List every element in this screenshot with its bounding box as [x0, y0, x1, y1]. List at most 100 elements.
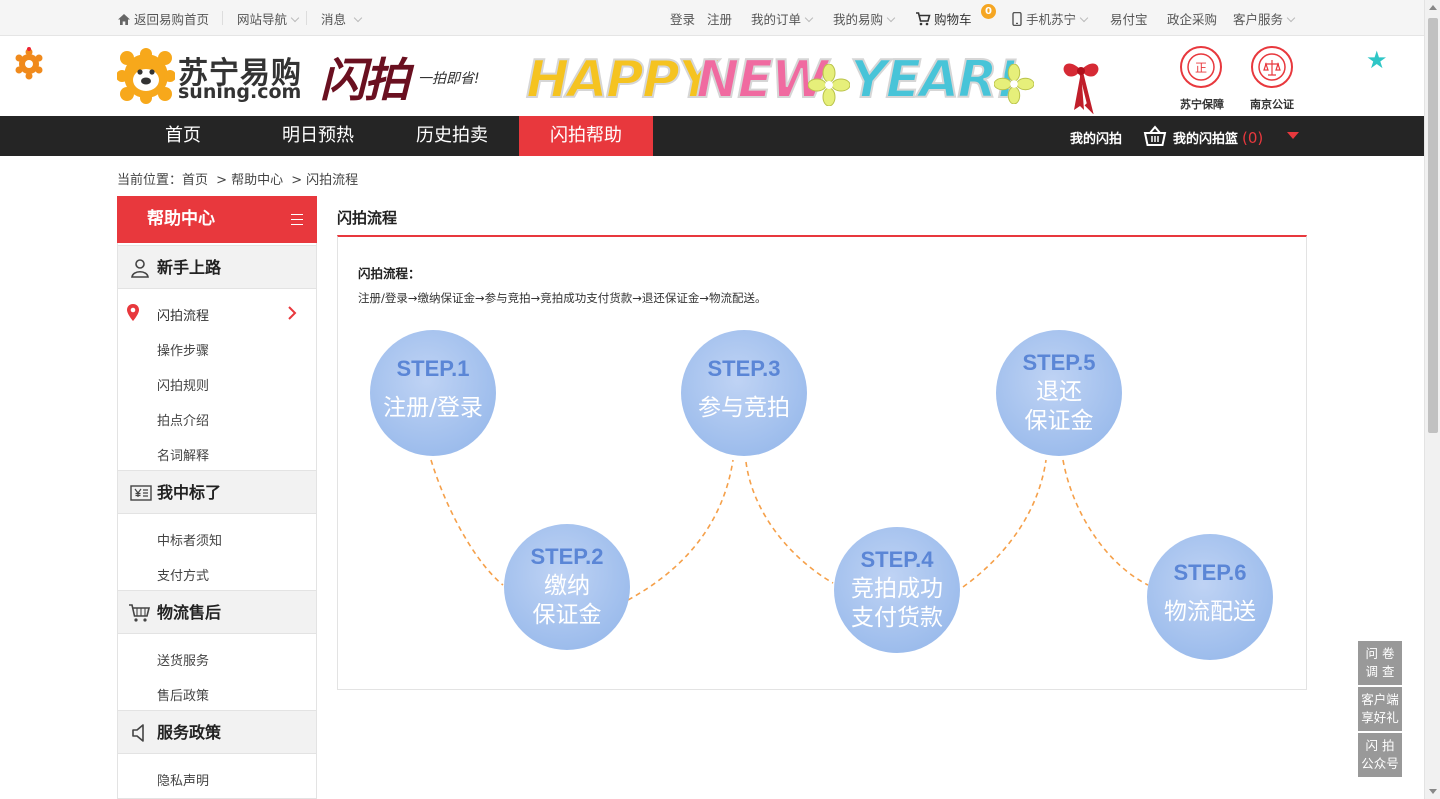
caret-down-icon[interactable] — [1287, 132, 1299, 139]
customer-service-menu[interactable]: 客户服务 — [1233, 9, 1296, 28]
breadcrumb-home[interactable]: 首页 — [182, 173, 208, 188]
receipt-icon — [130, 485, 152, 501]
brand-url: suning.com — [178, 81, 302, 103]
phone-icon — [1012, 11, 1022, 27]
sidebar-title: 帮助中心 — [117, 196, 317, 243]
sidebar-item-steps[interactable]: 操作步骤 — [157, 340, 209, 359]
sidebar-item-payment[interactable]: 支付方式 — [157, 565, 209, 584]
user-icon — [131, 259, 149, 278]
sidebar-group-service[interactable]: 服务政策 — [118, 710, 316, 754]
sidebar-group-label: 我中标了 — [157, 483, 222, 502]
cart-link[interactable]: 购物车 — [915, 9, 972, 28]
gift-bow-icon — [1063, 63, 1099, 114]
notary-seal-icon[interactable] — [1251, 46, 1293, 88]
scroll-up-arrow[interactable] — [1429, 5, 1437, 10]
main-nav: 首页 明日预热 历史拍卖 闪拍帮助 我的闪拍 我的闪拍篮 (0) — [0, 116, 1424, 156]
location-pin-icon — [127, 304, 139, 321]
connector-1-2 — [430, 459, 504, 586]
yifubao-link[interactable]: 易付宝 — [1110, 9, 1148, 28]
sidebar-title-label: 帮助中心 — [147, 209, 215, 229]
gov-purchase-link[interactable]: 政企采购 — [1167, 9, 1217, 28]
step-label: STEP.3 — [708, 356, 781, 381]
cart-icon — [129, 604, 151, 622]
process-diagram: STEP.1注册/登录STEP.2缴纳保证金STEP.3参与竞拍STEP.4竞拍… — [370, 330, 1273, 660]
step-text: 保证金 — [533, 602, 602, 628]
guarantee-label: 苏宁保障 — [1180, 98, 1224, 111]
app-gift-button[interactable]: 客户端 享好礼 — [1358, 687, 1402, 731]
step-text: 支付货款 — [851, 605, 943, 631]
my-orders-label: 我的订单 — [751, 12, 802, 27]
mobile-menu[interactable]: 手机苏宁 — [1012, 9, 1089, 28]
scrollbar-thumb[interactable] — [1428, 18, 1438, 433]
chevron-down-icon — [1079, 13, 1089, 23]
sidebar-group-logistics[interactable]: 物流售后 — [118, 590, 316, 634]
new-year-banner[interactable]: HAPPY NEW YEAR! — [524, 42, 1106, 116]
banner-word-year: YEAR! — [849, 49, 1020, 111]
flash-auction-logo[interactable]: 闪拍 — [320, 44, 410, 110]
sidebar-group-won[interactable]: 我中标了 — [118, 470, 316, 514]
breadcrumb-help[interactable]: 帮助中心 — [231, 173, 283, 188]
survey-button[interactable]: 问 卷调 查 — [1358, 641, 1402, 685]
step-text: 参与竞拍 — [698, 395, 790, 421]
sidebar-item-glossary[interactable]: 名词解释 — [157, 445, 209, 464]
my-orders-menu[interactable]: 我的订单 — [751, 9, 814, 28]
app-gift-line-2: 享好礼 — [1361, 710, 1399, 725]
wechat-account-button[interactable]: 闪 拍公众号 — [1358, 733, 1402, 777]
chevron-down-icon — [886, 13, 896, 23]
survey-line-2: 调 查 — [1365, 664, 1395, 679]
survey-line-1: 问 卷 — [1365, 646, 1395, 661]
step-circle-1: STEP.1 注册/登录 — [370, 330, 496, 456]
step-label: STEP.2 — [531, 544, 604, 569]
breadcrumb-prefix: 当前位置： — [117, 173, 183, 188]
step-label: STEP.5 — [1023, 350, 1096, 375]
svg-text:正: 正 — [1195, 61, 1207, 75]
sidebar-item-delivery[interactable]: 送货服务 — [157, 650, 209, 669]
step-text: 保证金 — [1025, 408, 1094, 434]
site-nav-label: 网站导航 — [237, 12, 288, 27]
process-title: 闪拍流程： — [358, 266, 421, 281]
messages-label: 消息 — [321, 12, 347, 27]
page-title: 闪拍流程 — [337, 209, 398, 227]
step-circle-6: STEP.6 物流配送 — [1147, 534, 1273, 660]
messages-menu[interactable]: 消息 — [321, 9, 363, 28]
login-link[interactable]: 登录 — [670, 9, 695, 28]
breadcrumb-current: 闪拍流程 — [306, 173, 359, 188]
banner-word-new: NEW — [695, 49, 829, 111]
sidebar-item-winner-notice[interactable]: 中标者须知 — [157, 530, 222, 549]
my-basket-link[interactable]: 我的闪拍篮 (0) — [1173, 128, 1263, 147]
sidebar-item-flash-process[interactable]: 闪拍流程 — [157, 305, 209, 324]
breadcrumb-separator: > — [216, 173, 228, 188]
sidebar-item-privacy[interactable]: 隐私声明 — [157, 770, 209, 789]
nav-flash-help[interactable]: 闪拍帮助 — [519, 116, 653, 156]
site-nav-menu[interactable]: 网站导航 — [237, 9, 300, 28]
wechat-line-1: 闪 拍 — [1365, 738, 1395, 753]
step-text: 退还 — [1036, 379, 1082, 405]
nav-home[interactable]: 首页 — [135, 116, 231, 156]
sidebar-group-label: 新手上路 — [157, 258, 222, 277]
home-icon — [118, 14, 130, 25]
divider — [222, 11, 223, 25]
guarantee-seal-icon[interactable]: 正 — [1180, 46, 1222, 88]
scrollbar[interactable] — [1424, 0, 1440, 799]
sidebar-item-rules[interactable]: 闪拍规则 — [157, 375, 209, 394]
step-text: 物流配送 — [1164, 599, 1256, 625]
scroll-down-arrow[interactable] — [1429, 789, 1437, 794]
flash-slogan: 一拍即省! — [418, 71, 480, 87]
sidebar-item-points[interactable]: 拍点介绍 — [157, 410, 209, 429]
sidebar-group-newbie[interactable]: 新手上路 — [118, 245, 316, 289]
basket-icon[interactable] — [1143, 125, 1167, 147]
menu-icon[interactable] — [291, 214, 303, 229]
register-link[interactable]: 注册 — [707, 9, 732, 28]
sidebar-item-after-sales[interactable]: 售后政策 — [157, 685, 209, 704]
home-link[interactable]: 返回易购首页 — [117, 9, 209, 28]
my-basket-label: 我的闪拍篮 — [1173, 132, 1239, 147]
flower-icon — [994, 64, 1034, 104]
suning-logo-icon[interactable] — [117, 48, 175, 104]
my-bids-link[interactable]: 我的闪拍 — [1070, 128, 1122, 147]
chevron-down-icon — [1286, 13, 1296, 23]
nav-tomorrow-preview[interactable]: 明日预热 — [264, 116, 372, 156]
customer-service-label: 客户服务 — [1233, 12, 1284, 27]
home-link-label: 返回易购首页 — [134, 12, 210, 27]
nav-history-auctions[interactable]: 历史拍卖 — [400, 116, 504, 156]
my-yigou-menu[interactable]: 我的易购 — [833, 9, 896, 28]
